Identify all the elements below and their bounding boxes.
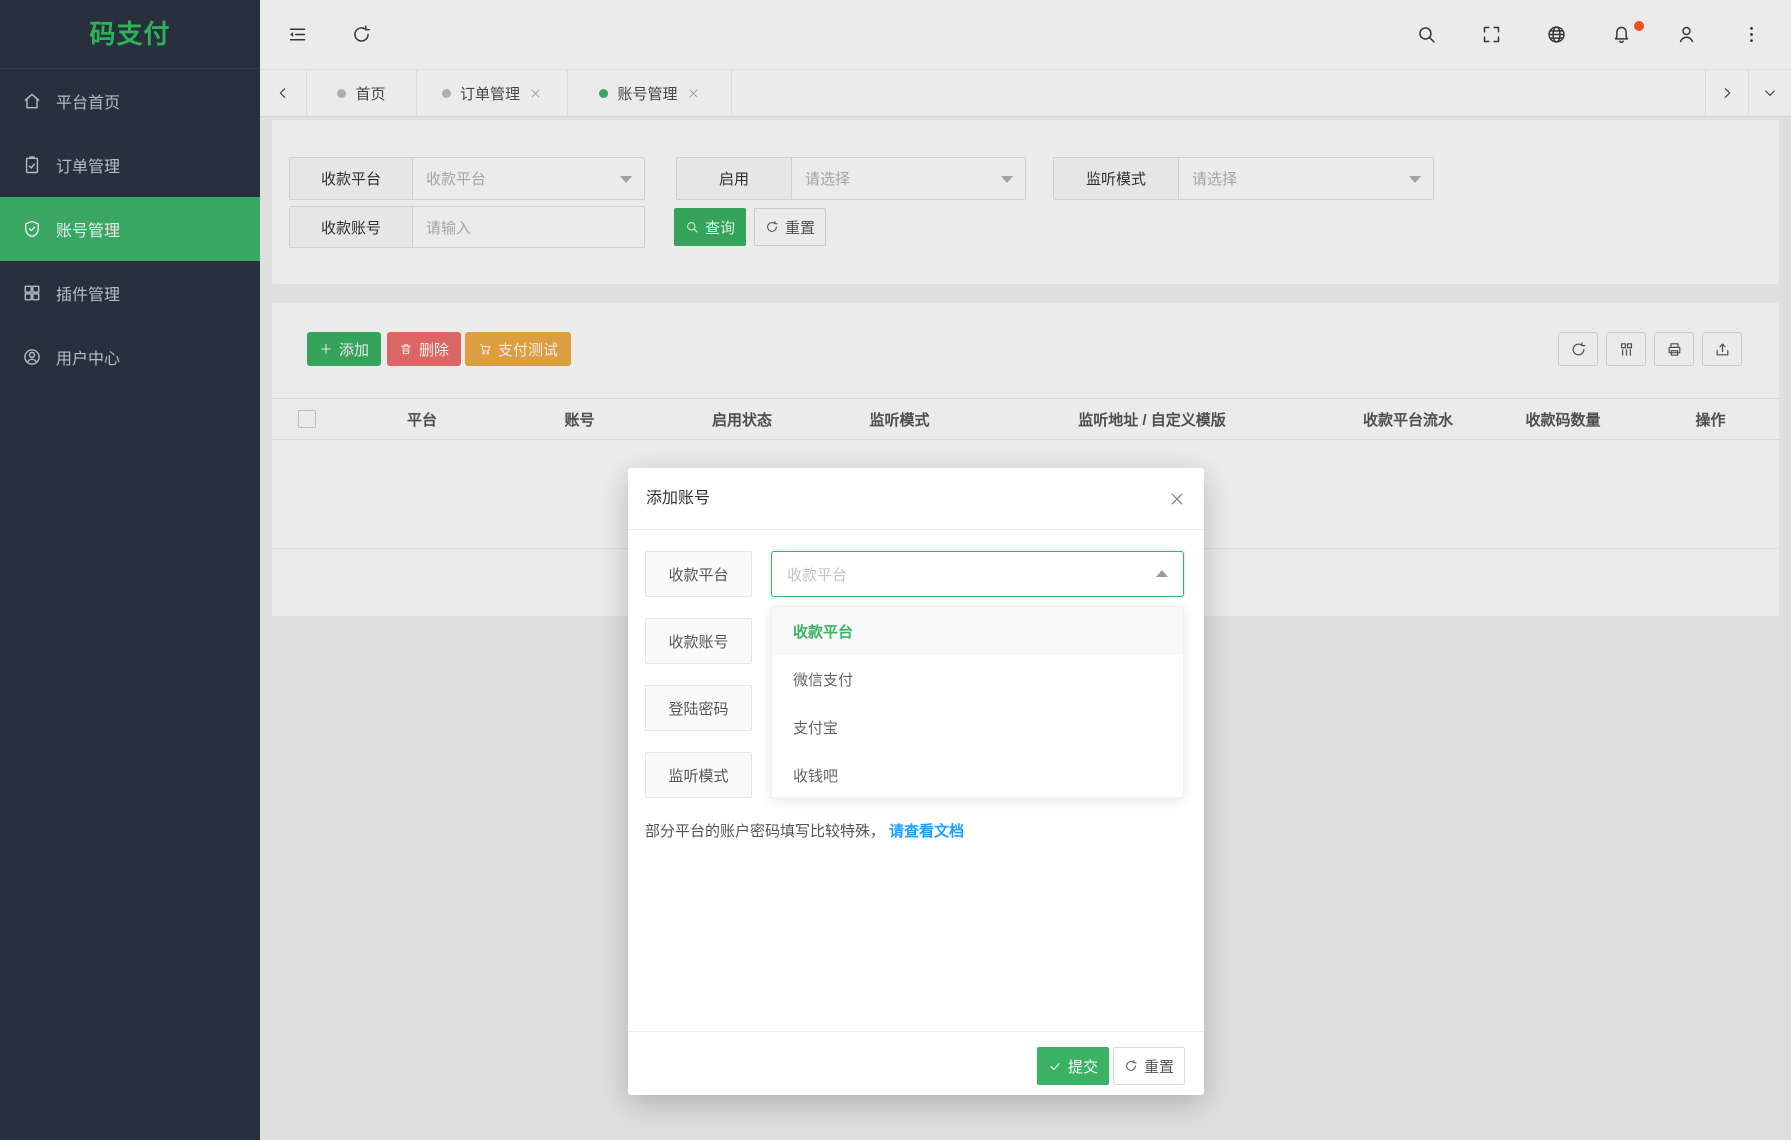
modal-listen-mode-label: 监听模式	[645, 752, 752, 798]
modal-platform-label: 收款平台	[645, 551, 752, 597]
hint-text: 部分平台的账户密码填写比较特殊，	[645, 823, 886, 840]
modal-hint: 部分平台的账户密码填写比较特殊， 请查看文档	[645, 820, 964, 841]
modal-account-label: 收款账号	[645, 618, 752, 664]
docs-link[interactable]: 请查看文档	[889, 823, 964, 840]
dropdown-option-default[interactable]: 收款平台	[772, 607, 1183, 655]
select-placeholder: 收款平台	[787, 566, 848, 584]
modal-password-label: 登陆密码	[645, 685, 752, 731]
modal-footer: 提交 重置	[628, 1031, 1204, 1095]
submit-button[interactable]: 提交	[1037, 1047, 1109, 1085]
modal-title: 添加账号	[646, 490, 711, 507]
check-icon	[1048, 1059, 1062, 1073]
refresh-icon	[1124, 1059, 1138, 1073]
dropdown-option-shouqianba[interactable]: 收钱吧	[772, 751, 1183, 799]
modal-close-icon[interactable]	[1168, 490, 1186, 508]
dropdown-option-wechat-pay[interactable]: 微信支付	[772, 655, 1183, 703]
dropdown-option-alipay[interactable]: 支付宝	[772, 703, 1183, 751]
modal-platform-select[interactable]: 收款平台	[771, 551, 1184, 597]
modal-reset-button[interactable]: 重置	[1113, 1047, 1185, 1085]
caret-up-icon	[1156, 570, 1168, 577]
modal-header: 添加账号	[628, 468, 1204, 530]
modal-reset-label: 重置	[1143, 1058, 1174, 1076]
platform-dropdown: 收款平台 微信支付 支付宝 收钱吧	[771, 606, 1184, 798]
submit-button-label: 提交	[1067, 1058, 1098, 1076]
app-window: 码支付 平台首页 订单管理 账号管理 插件管理 用户中心 首页 订单管理 账号管…	[0, 0, 1791, 1140]
add-account-modal: 添加账号 收款平台 收款账号 登陆密码 监听模式 收款平台 收款平台 微信支付 …	[628, 468, 1204, 1095]
